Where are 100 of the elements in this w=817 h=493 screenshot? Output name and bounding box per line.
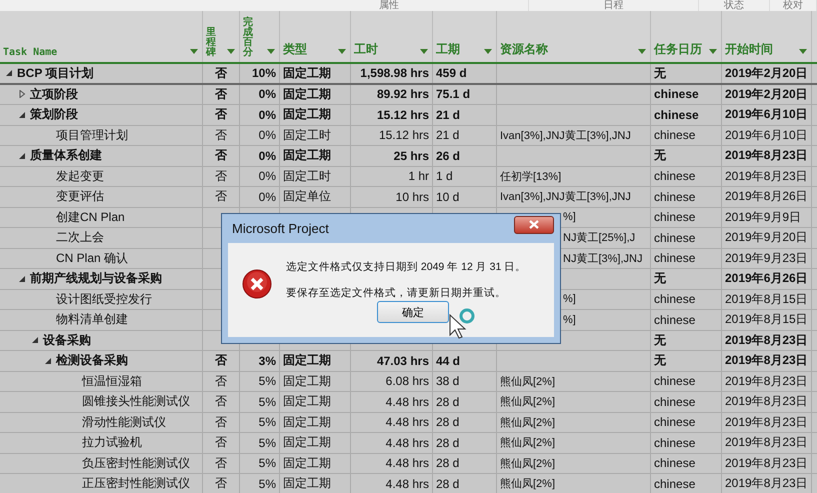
resource-cell-text: 熊仙凤[2%] [500,374,556,389]
milestone-cell: 否 [215,475,227,492]
calendar-cell: 无 [654,64,666,82]
calendar-cell: chinese [654,190,696,204]
resource-cell-text: 熊仙凤[2%] [500,436,556,450]
dropdown-icon [638,49,646,54]
start-date-cell: 2019年2月20日 [725,86,808,103]
start-date-cell: 2019年2月20日 [725,64,808,82]
column-header[interactable]: Task Name [0,11,203,62]
calendar-cell: 无 [654,147,666,164]
milestone-cell: 否 [215,106,227,124]
start-date-cell: 2019年8月26日 [725,188,808,206]
work-cell: 10 hrs [396,190,429,204]
resource-cell-text: 熊仙凤[2%] [500,477,556,492]
calendar-cell: chinese [654,456,696,470]
collapse-icon[interactable] [18,274,26,283]
collapse-icon[interactable] [31,336,39,344]
work-cell: 4.48 hrs [386,394,429,409]
type-cell: 固定工期 [283,64,331,82]
milestone-cell: 否 [215,393,227,410]
start-date-cell: 2019年9月20日 [725,229,808,246]
task-name-cell: 设备采购 [0,330,203,350]
start-date-cell: 2019年9月23日 [725,250,808,267]
start-date-cell: 2019年8月23日 [725,332,808,349]
task-name-cell: 变更评估 [0,187,203,206]
start-date-cell: 2019年8月23日 [725,454,808,472]
percent-cell: 5% [258,394,276,409]
start-date-cell: 2019年8月23日 [725,168,808,185]
close-button[interactable] [514,216,554,234]
task-name-cell: BCP 项目计划 [0,64,203,82]
column-header[interactable]: 类型 [280,11,351,62]
milestone-cell: 否 [215,434,227,452]
percent-cell: 5% [258,374,276,388]
error-icon [242,269,272,299]
percent-cell: 0% [258,148,276,163]
column-header[interactable]: 里程碑 [203,11,240,62]
expand-icon[interactable] [18,90,26,98]
task-name-cell: 检测设备采购 [0,351,203,370]
calendar-cell: chinese [654,415,696,430]
resource-cell-text: 任初学[13%] [500,170,562,184]
calendar-cell: chinese [654,108,699,122]
task-name-cell: CN Plan 确认 [0,248,203,268]
calendar-cell: chinese [654,210,696,224]
collapse-icon[interactable] [18,110,26,119]
work-cell: 4.48 hrs [386,436,429,450]
resource-cell-text: NJ黄工[25%],J [563,231,636,246]
busy-cursor-icon [449,307,475,339]
collapse-icon[interactable] [44,356,52,365]
column-header[interactable]: 任务日历 [651,11,722,62]
task-name-cell: 恒温恒湿箱 [0,372,203,391]
collapse-icon[interactable] [18,152,26,160]
start-date-cell: 2019年8月23日 [725,414,808,431]
task-name-cell: 质量体系创建 [0,146,203,166]
dialog-title: Microsoft Project [232,221,329,236]
start-date-cell: 2019年8月15日 [725,290,808,308]
percent-cell: 5% [258,436,276,450]
duration-cell: 28 d [436,476,460,491]
percent-cell: 5% [258,415,276,430]
duration-cell: 28 d [436,394,460,409]
work-cell: 89.92 hrs [376,87,429,102]
type-cell: 固定工时 [283,126,331,144]
start-date-cell: 2019年8月23日 [725,352,808,370]
work-cell: 1,598.98 hrs [360,66,429,80]
ok-button[interactable]: 确定 [377,301,449,323]
column-header[interactable]: 工期 [433,11,497,62]
start-date-cell: 2019年9月9日 [725,208,802,226]
work-cell: 15.12 hrs [376,108,429,122]
calendar-cell: chinese [654,87,699,102]
column-header[interactable]: 工时 [351,11,433,62]
column-header[interactable]: 资源名称 [497,11,651,62]
start-date-cell: 2019年6月10日 [725,126,808,144]
work-cell: 6.08 hrs [386,374,429,388]
duration-cell: 28 d [436,415,460,430]
calendar-cell: chinese [654,128,696,142]
type-cell: 固定单位 [283,188,331,206]
duration-cell: 21 d [436,108,460,122]
dropdown-icon [709,49,717,54]
task-name-cell: 发起变更 [0,166,203,186]
close-icon [529,220,539,229]
calendar-cell: 无 [654,270,666,288]
collapse-icon[interactable] [5,69,13,78]
start-date-cell: 2019年8月23日 [725,393,808,410]
type-cell: 固定工时 [283,168,331,185]
task-name-cell: 前期产线规划与设备采购 [0,269,203,288]
type-cell: 固定工期 [283,106,331,124]
duration-cell: 75.1 d [436,87,470,102]
work-cell: 4.48 hrs [386,476,429,491]
duration-cell: 28 d [436,456,460,470]
dropdown-icon [190,49,198,54]
calendar-cell: chinese [654,476,696,491]
column-header[interactable]: 开始时间 [722,11,812,62]
resource-cell-text: Ivan[3%],JNJ黄工[3%],JNJ [500,128,631,143]
milestone-cell: 否 [215,64,227,82]
column-header[interactable]: 完成百分 [240,11,280,62]
calendar-cell: chinese [654,292,696,306]
resource-cell: %] [563,293,576,306]
start-date-cell: 2019年6月10日 [725,106,808,124]
percent-cell: 0% [258,169,276,184]
calendar-cell: 无 [654,332,666,349]
percent-cell: 0% [258,108,276,122]
